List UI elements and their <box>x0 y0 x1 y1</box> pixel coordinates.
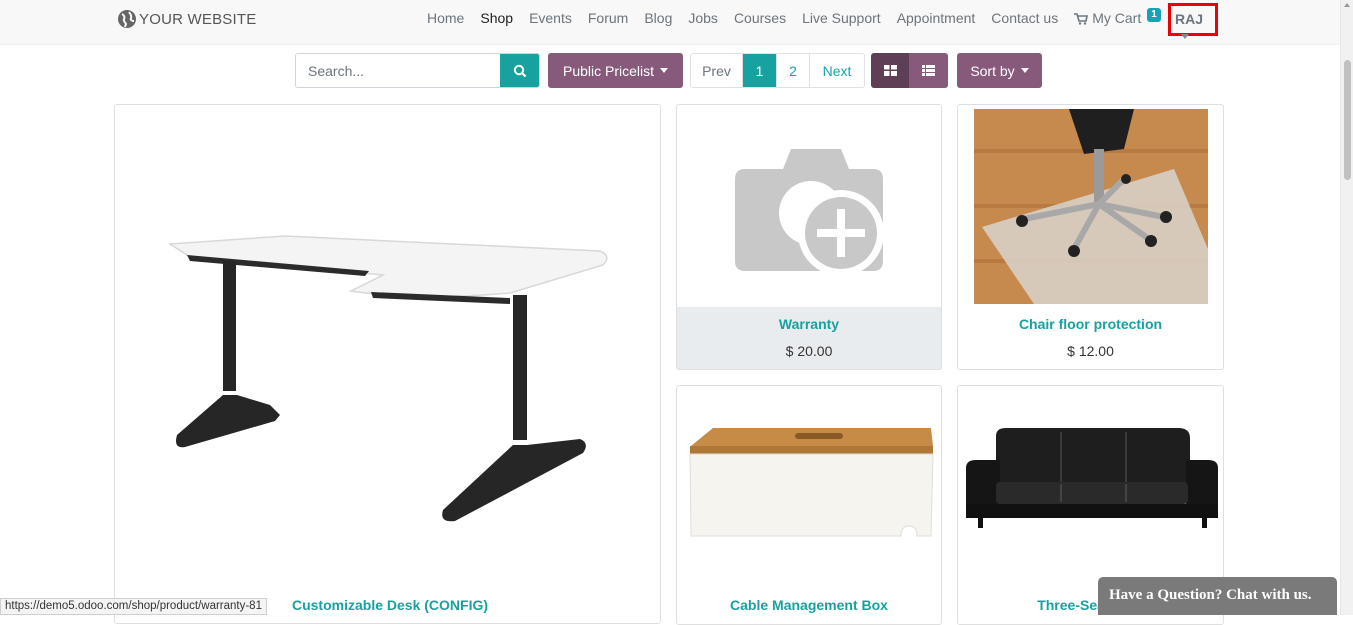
search-icon <box>513 64 526 77</box>
product-name[interactable]: Warranty <box>677 316 941 332</box>
browser-status-url: https://demo5.odoo.com/shop/product/warr… <box>0 598 267 615</box>
sort-by-dropdown[interactable]: Sort by <box>957 53 1042 88</box>
product-card-warranty[interactable]: Warranty $ 20.00 <box>676 104 942 370</box>
scrollbar-thumb[interactable] <box>1344 60 1351 180</box>
main-menu: Home Shop Events Forum Blog Jobs Courses… <box>427 7 1177 27</box>
scroll-up-arrow-icon[interactable] <box>1344 3 1350 7</box>
cart-icon <box>1074 12 1089 25</box>
layout-switcher <box>871 53 948 88</box>
camera-placeholder-icon <box>735 149 884 276</box>
nav-my-cart[interactable]: My Cart 1 <box>1074 7 1161 27</box>
chevron-down-icon <box>660 68 669 73</box>
search-input[interactable] <box>296 54 502 87</box>
nav-shop[interactable]: Shop <box>480 10 513 27</box>
product-name[interactable]: Chair floor protection <box>958 316 1223 332</box>
nav-blog[interactable]: Blog <box>644 10 672 27</box>
nav-contact-us[interactable]: Contact us <box>991 10 1058 27</box>
page-scrollbar[interactable] <box>1340 0 1353 615</box>
site-name: YOUR WEBSITE <box>139 10 257 28</box>
grid-view-button[interactable] <box>871 53 909 88</box>
product-price: $ 20.00 <box>785 343 833 359</box>
user-name: RAJ <box>1175 11 1204 27</box>
sort-label: Sort by <box>970 62 1015 79</box>
user-menu-dropdown[interactable]: RAJ <box>1168 3 1218 39</box>
product-card-desk[interactable]: Customizable Desk (CONFIG) <box>114 104 661 624</box>
product-card-chair-floor-protection[interactable]: Chair floor protection $ 12.00 <box>957 104 1224 370</box>
cart-label: My Cart <box>1092 10 1142 26</box>
pricelist-dropdown[interactable]: Public Pricelist <box>548 53 683 88</box>
nav-events[interactable]: Events <box>529 10 572 27</box>
desk-image <box>167 235 608 522</box>
product-image-area <box>677 105 941 307</box>
chair-floor-image <box>974 109 1208 304</box>
product-price: $ 12.00 <box>1067 343 1114 359</box>
pager-page-1[interactable]: 1 <box>743 54 777 87</box>
nav-jobs[interactable]: Jobs <box>688 10 718 27</box>
pager-page-2[interactable]: 2 <box>777 54 810 87</box>
pagination: Prev 1 2 Next <box>690 53 865 88</box>
nav-appointment[interactable]: Appointment <box>897 10 976 27</box>
cart-count-badge: 1 <box>1147 7 1161 22</box>
pricelist-label: Public Pricelist <box>562 62 655 79</box>
product-search <box>295 53 540 88</box>
top-navbar: YOUR WEBSITE Home Shop Events Forum Blog… <box>0 0 1340 45</box>
search-button[interactable] <box>500 54 539 87</box>
globe-icon <box>118 10 136 28</box>
pager-next[interactable]: Next <box>810 54 864 87</box>
list-view-button[interactable] <box>909 53 948 88</box>
cable-box-image <box>689 428 934 537</box>
product-name[interactable]: Cable Management Box <box>677 597 941 613</box>
nav-live-support[interactable]: Live Support <box>802 10 881 27</box>
live-chat-button[interactable]: Have a Question? Chat with us. <box>1098 577 1337 615</box>
chevron-down-icon <box>1020 68 1029 73</box>
nav-home[interactable]: Home <box>427 10 464 27</box>
chevron-down-icon <box>1181 33 1189 39</box>
product-card-cable-management-box[interactable]: Cable Management Box <box>676 385 942 625</box>
nav-courses[interactable]: Courses <box>734 10 786 27</box>
sofa-image <box>966 428 1218 528</box>
site-logo[interactable]: YOUR WEBSITE <box>117 8 256 30</box>
pager-prev[interactable]: Prev <box>691 54 743 87</box>
list-icon <box>922 65 935 76</box>
nav-forum[interactable]: Forum <box>588 10 628 27</box>
grid-icon <box>883 65 897 76</box>
